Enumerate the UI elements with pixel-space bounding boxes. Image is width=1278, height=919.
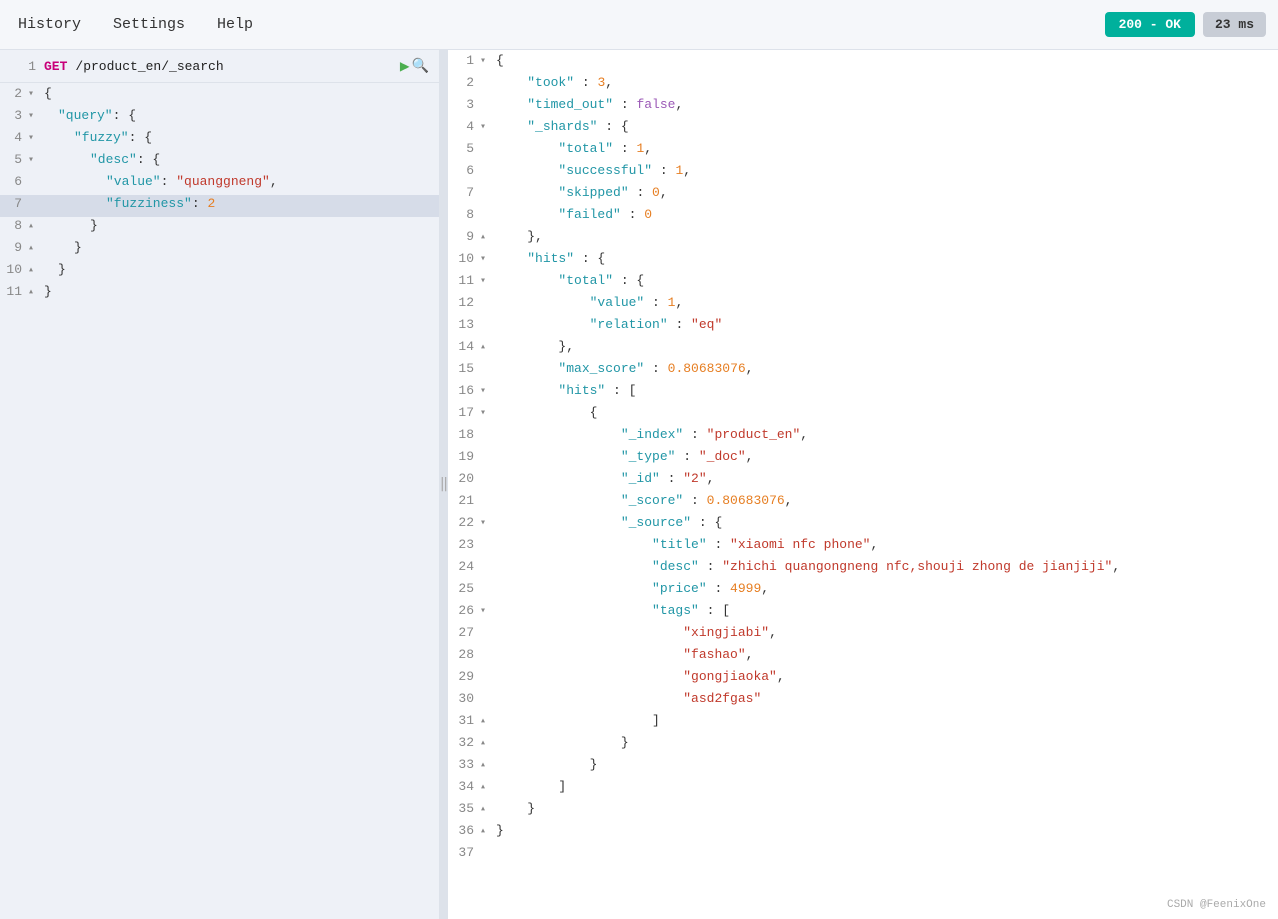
resp-line-27: 27 "xingjiabi",	[448, 624, 1278, 646]
resp-line-17: 17 ▾ {	[448, 404, 1278, 426]
resp-line-6: 6 "successful" : 1,	[448, 162, 1278, 184]
resp-line-21: 21 "_score" : 0.80683076,	[448, 492, 1278, 514]
resp-line-2: 2 "took" : 3,	[448, 74, 1278, 96]
resp-line-18: 18 "_index" : "product_en",	[448, 426, 1278, 448]
resp-line-24: 24 "desc" : "zhichi quangongneng nfc,sho…	[448, 558, 1278, 580]
response-code: 1 ▾ { 2 "took" : 3, 3 "timed_out" : fals…	[448, 50, 1278, 868]
resp-line-14: 14 ▴ },	[448, 338, 1278, 360]
resp-line-1: 1 ▾ {	[448, 52, 1278, 74]
top-nav: History Settings Help 200 - OK 23 ms	[0, 0, 1278, 50]
resp-line-12: 12 "value" : 1,	[448, 294, 1278, 316]
request-line-num: 1	[8, 59, 36, 74]
right-panel: 1 ▾ { 2 "took" : 3, 3 "timed_out" : fals…	[448, 50, 1278, 919]
code-line-8: 8 ▴ }	[0, 217, 439, 239]
resp-line-37: 37	[448, 844, 1278, 866]
top-right: 200 - OK 23 ms	[1105, 12, 1266, 37]
code-line-9: 9 ▴ }	[0, 239, 439, 261]
watermark: CSDN @FeenixOne	[1167, 899, 1266, 911]
code-line-6: 6 "value": "quanggneng",	[0, 173, 439, 195]
request-url: /product_en/_search	[75, 59, 223, 74]
resp-line-20: 20 "_id" : "2",	[448, 470, 1278, 492]
code-line-7: 7 "fuzziness": 2	[0, 195, 439, 217]
code-line-3: 3 ▾ "query": {	[0, 107, 439, 129]
left-code-area: 2 ▾ { 3 ▾ "query": { 4 ▾ "fuzzy": { 5 ▾ …	[0, 83, 439, 307]
resp-line-26: 26 ▾ "tags" : [	[448, 602, 1278, 624]
run-button[interactable]: ▶ 🔍	[400, 56, 439, 76]
resp-line-29: 29 "gongjiaoka",	[448, 668, 1278, 690]
resp-line-34: 34 ▴ ]	[448, 778, 1278, 800]
resp-line-10: 10 ▾ "hits" : {	[448, 250, 1278, 272]
nav-history[interactable]: History	[12, 12, 87, 37]
resp-line-19: 19 "_type" : "_doc",	[448, 448, 1278, 470]
status-badge: 200 - OK	[1105, 12, 1195, 37]
code-line-10: 10 ▴ }	[0, 261, 439, 283]
resp-line-5: 5 "total" : 1,	[448, 140, 1278, 162]
nav-help[interactable]: Help	[211, 12, 259, 37]
play-icon: ▶	[400, 56, 410, 76]
resp-line-16: 16 ▾ "hits" : [	[448, 382, 1278, 404]
resp-line-9: 9 ▴ },	[448, 228, 1278, 250]
wrench-icon: 🔍	[412, 58, 429, 75]
resp-line-23: 23 "title" : "xiaomi nfc phone",	[448, 536, 1278, 558]
resp-line-35: 35 ▴ }	[448, 800, 1278, 822]
resp-line-32: 32 ▴ }	[448, 734, 1278, 756]
code-line-11: 11 ▴ }	[0, 283, 439, 305]
main-area: 1 GET /product_en/_search ▶ 🔍 2 ▾ { 3 ▾ …	[0, 50, 1278, 919]
resize-handle[interactable]: ‖	[440, 50, 448, 919]
resp-line-33: 33 ▴ }	[448, 756, 1278, 778]
resp-line-22: 22 ▾ "_source" : {	[448, 514, 1278, 536]
http-method: GET	[44, 59, 67, 74]
resp-line-4: 4 ▾ "_shards" : {	[448, 118, 1278, 140]
left-panel: 1 GET /product_en/_search ▶ 🔍 2 ▾ { 3 ▾ …	[0, 50, 440, 919]
resp-line-36: 36 ▴ }	[448, 822, 1278, 844]
time-badge: 23 ms	[1203, 12, 1266, 37]
resp-line-11: 11 ▾ "total" : {	[448, 272, 1278, 294]
resp-line-25: 25 "price" : 4999,	[448, 580, 1278, 602]
code-line-5: 5 ▾ "desc": {	[0, 151, 439, 173]
resp-line-28: 28 "fashao",	[448, 646, 1278, 668]
resp-line-15: 15 "max_score" : 0.80683076,	[448, 360, 1278, 382]
code-line-2: 2 ▾ {	[0, 85, 439, 107]
resp-line-30: 30 "asd2fgas"	[448, 690, 1278, 712]
resp-line-8: 8 "failed" : 0	[448, 206, 1278, 228]
resp-line-3: 3 "timed_out" : false,	[448, 96, 1278, 118]
resp-line-13: 13 "relation" : "eq"	[448, 316, 1278, 338]
resp-line-7: 7 "skipped" : 0,	[448, 184, 1278, 206]
code-line-4: 4 ▾ "fuzzy": {	[0, 129, 439, 151]
nav-settings[interactable]: Settings	[107, 12, 191, 37]
request-line: 1 GET /product_en/_search ▶ 🔍	[0, 50, 439, 83]
resp-line-31: 31 ▴ ]	[448, 712, 1278, 734]
